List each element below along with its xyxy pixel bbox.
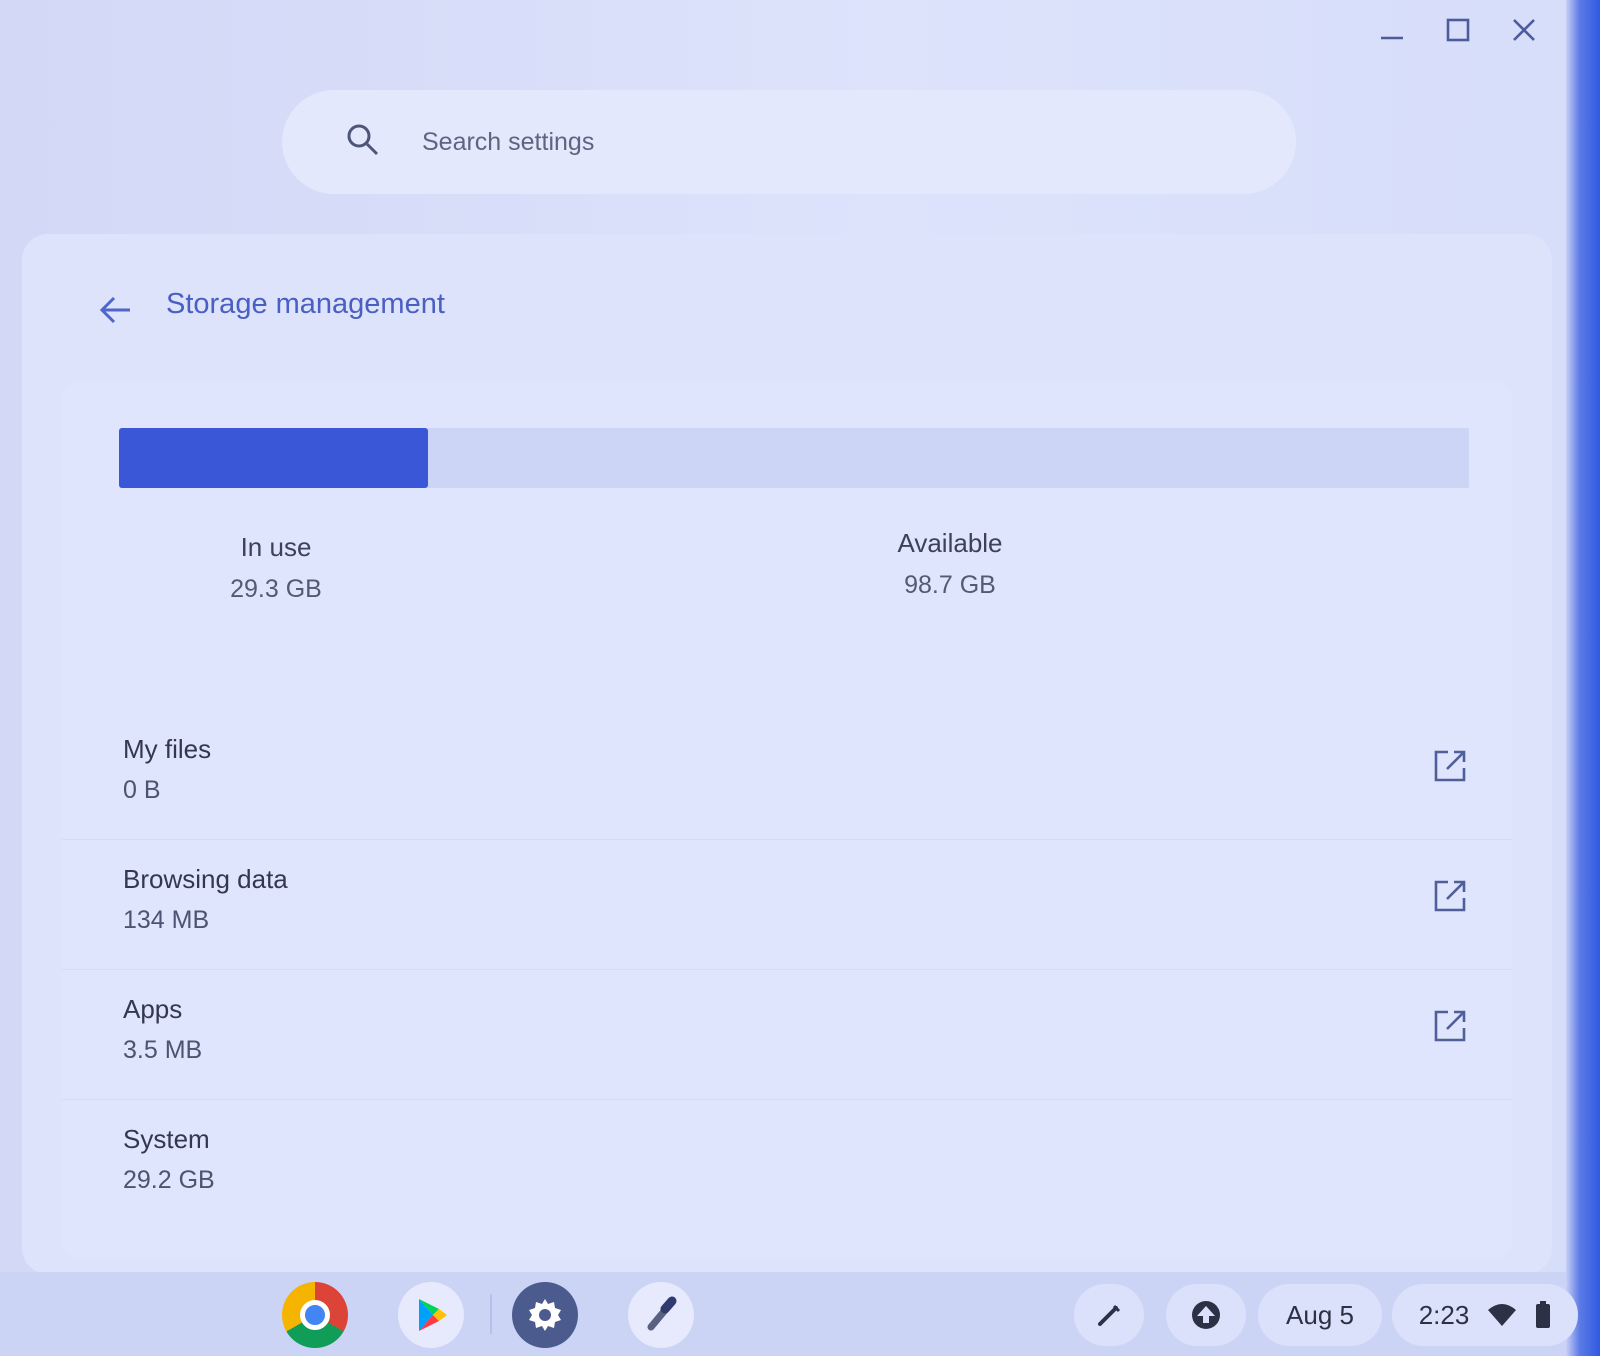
- storage-items-list: My files 0 B Browsing data 134 MB Apps 3…: [62, 710, 1512, 1230]
- available-value: 98.7 GB: [904, 571, 996, 599]
- storage-item-browsing-data[interactable]: Browsing data 134 MB: [62, 840, 1512, 970]
- storage-item-size: 134 MB: [123, 906, 210, 934]
- storage-panel: In use 29.3 GB Available 98.7 GB My file…: [62, 380, 1512, 1260]
- play-store-icon[interactable]: [398, 1282, 464, 1348]
- storage-card: Storage management In use 29.3 GB Availa…: [22, 234, 1552, 1274]
- update-button[interactable]: [1166, 1284, 1246, 1346]
- storage-item-system: System 29.2 GB: [62, 1100, 1512, 1230]
- date-display[interactable]: Aug 5: [1258, 1284, 1382, 1346]
- storage-item-apps[interactable]: Apps 3.5 MB: [62, 970, 1512, 1100]
- open-external-icon[interactable]: [1430, 1006, 1470, 1046]
- pen-icon: [1098, 1304, 1121, 1326]
- search-input[interactable]: [422, 127, 1122, 157]
- settings-icon[interactable]: [512, 1282, 578, 1348]
- chrome-icon[interactable]: [282, 1282, 348, 1348]
- flashlight-icon[interactable]: [628, 1282, 694, 1348]
- time-text: 2:23: [1418, 1299, 1470, 1330]
- stylus-tools-button[interactable]: [1074, 1284, 1144, 1346]
- storage-usage-bar-fill: [119, 428, 429, 488]
- storage-item-my-files[interactable]: My files 0 B: [62, 710, 1512, 840]
- search-bar[interactable]: [282, 90, 1296, 194]
- upload-icon: [1192, 1301, 1220, 1329]
- in-use-label: In use: [240, 532, 312, 562]
- storage-usage-bar: [119, 428, 1469, 488]
- close-button[interactable]: [1508, 14, 1540, 46]
- shelf: Aug 5 2:23: [0, 1272, 1578, 1356]
- in-use-stat: In use 29.3 GB: [166, 532, 386, 604]
- storage-item-size: 29.2 GB: [123, 1166, 215, 1194]
- in-use-value: 29.3 GB: [230, 575, 322, 603]
- storage-item-name: Browsing data: [123, 864, 288, 894]
- search-icon: [346, 123, 380, 162]
- storage-item-name: Apps: [123, 994, 183, 1024]
- date-text: Aug 5: [1286, 1299, 1354, 1330]
- battery-icon: [1536, 1301, 1551, 1328]
- minimize-button[interactable]: [1376, 14, 1408, 46]
- status-area[interactable]: 2:23: [1392, 1284, 1578, 1346]
- wifi-icon: [1488, 1304, 1517, 1326]
- window-controls: [1376, 14, 1540, 46]
- screen-edge: [1566, 0, 1600, 1356]
- shelf-divider: [490, 1294, 492, 1334]
- storage-item-size: 3.5 MB: [123, 1036, 203, 1064]
- back-button[interactable]: [94, 288, 138, 332]
- storage-item-size: 0 B: [123, 776, 161, 804]
- available-label: Available: [897, 528, 1003, 558]
- storage-item-name: My files: [123, 734, 212, 764]
- open-external-icon[interactable]: [1430, 746, 1470, 786]
- available-stat: Available 98.7 GB: [840, 528, 1060, 600]
- maximize-button[interactable]: [1442, 14, 1474, 46]
- storage-item-name: System: [123, 1124, 210, 1154]
- page-title: Storage management: [166, 288, 445, 320]
- open-external-icon[interactable]: [1430, 876, 1470, 916]
